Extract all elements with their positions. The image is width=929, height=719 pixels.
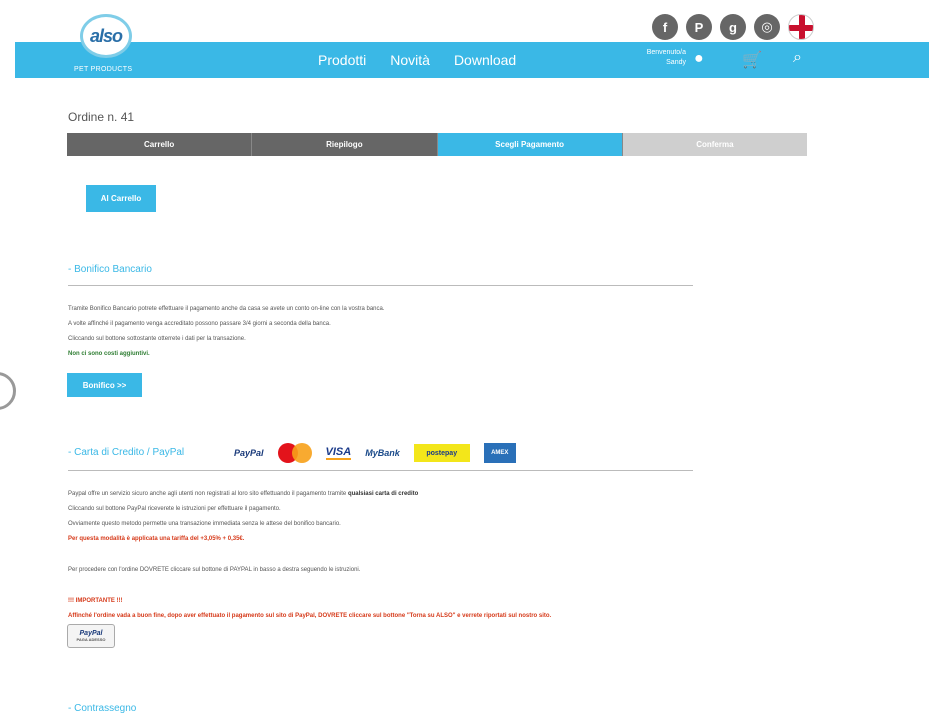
postepay-logo: postepay	[413, 444, 470, 462]
fee-text: Per questa modalità è applicata una tari…	[68, 536, 245, 542]
bonifico-line-1: Tramite Bonifico Bancario potrete effett…	[68, 306, 385, 312]
welcome-label: Benvenuto/a	[646, 49, 686, 56]
nav-item-novita[interactable]: Novità	[390, 52, 430, 68]
carta-line-3: Ovviamente questo metodo permette una tr…	[68, 521, 341, 527]
checkout-steps: Carrello Riepilogo Scegli Pagamento Conf…	[67, 133, 807, 156]
main-nav: Prodotti Novità Download	[318, 52, 516, 68]
bonifico-line-3: Cliccando sul bottone sottostante otterr…	[68, 336, 246, 342]
carta-line-1: Paypal offre un servizio sicuro anche ag…	[68, 487, 418, 502]
payment-logos: PayPal VISA MyBank postepay AMEX	[234, 443, 516, 463]
contrassegno-title: - Contrassegno	[68, 703, 137, 714]
divider	[68, 285, 693, 286]
step-conferma: Conferma	[622, 133, 807, 156]
paypal-button-label: PayPal	[79, 630, 103, 637]
bonifico-button[interactable]: Bonifico >>	[67, 373, 142, 397]
visa-logo: VISA	[325, 446, 352, 460]
carta-line-2: Cliccando sul bottone PayPal riceverete …	[68, 506, 281, 512]
important-title: !!! IMPORTANTE !!!	[68, 594, 123, 609]
back-to-cart-button[interactable]: Al Carrello	[86, 185, 156, 212]
welcome-text: Benvenuto/a Sandy	[624, 48, 686, 68]
facebook-icon[interactable]: f	[652, 14, 678, 40]
paypal-logo: PayPal	[234, 448, 264, 458]
search-icon[interactable]: ⌕	[793, 49, 802, 67]
google-plus-icon[interactable]: g	[720, 14, 746, 40]
important-text-body: Affinché l'ordine vada a buon fine, dopo…	[68, 613, 552, 619]
step-riepilogo[interactable]: Riepilogo	[252, 133, 438, 156]
bonifico-note: Non ci sono costi aggiuntivi.	[68, 347, 150, 362]
amex-logo: AMEX	[483, 443, 516, 463]
user-icon[interactable]: ●	[694, 50, 704, 68]
carta-line-1-text: Paypal offre un servizio sicuro anche ag…	[68, 491, 348, 497]
carta-line-1-bold: qualsiasi carta di credito	[347, 491, 419, 497]
important-title-text: !!! IMPORTANTE !!!	[68, 598, 123, 604]
logo-subtitle: PET PRODUCTS	[74, 66, 133, 73]
mybank-logo: MyBank	[365, 448, 400, 458]
bonifico-title: - Bonifico Bancario	[68, 264, 152, 275]
important-text: Affinché l'ordine vada a buon fine, dopo…	[68, 609, 551, 624]
no-costs-note: Non ci sono costi aggiuntivi.	[68, 351, 150, 357]
logo[interactable]: also	[80, 14, 132, 58]
bonifico-line-2: A volte affinché il pagamento venga accr…	[68, 321, 331, 327]
instagram-icon[interactable]: ◎	[754, 14, 780, 40]
pinterest-icon[interactable]: P	[686, 14, 712, 40]
carta-title: - Carta di Credito / PayPal	[68, 447, 185, 458]
step-scegli-pagamento: Scegli Pagamento	[437, 133, 623, 156]
carta-fee: Per questa modalità è applicata una tari…	[68, 532, 244, 547]
social-bar: f P g ◎	[652, 14, 814, 40]
cart-icon[interactable]: 🛒	[742, 50, 762, 70]
step-carrello[interactable]: Carrello	[67, 133, 253, 156]
uk-flag-icon[interactable]	[788, 14, 814, 40]
partial-circle-icon	[0, 372, 16, 410]
paypal-button-sub: PAGA ADESSO	[76, 637, 106, 642]
nav-item-download[interactable]: Download	[454, 52, 516, 68]
order-title: Ordine n. 41	[68, 110, 135, 124]
paypal-button[interactable]: PayPal PAGA ADESSO	[67, 624, 115, 648]
mastercard-logo	[277, 443, 312, 463]
divider	[68, 470, 693, 471]
carta-proceed: Per procedere con l'ordine DOVRETE clicc…	[68, 567, 361, 573]
nav-item-prodotti[interactable]: Prodotti	[318, 52, 366, 68]
welcome-username: Sandy	[666, 59, 686, 66]
logo-text: also	[89, 25, 123, 46]
